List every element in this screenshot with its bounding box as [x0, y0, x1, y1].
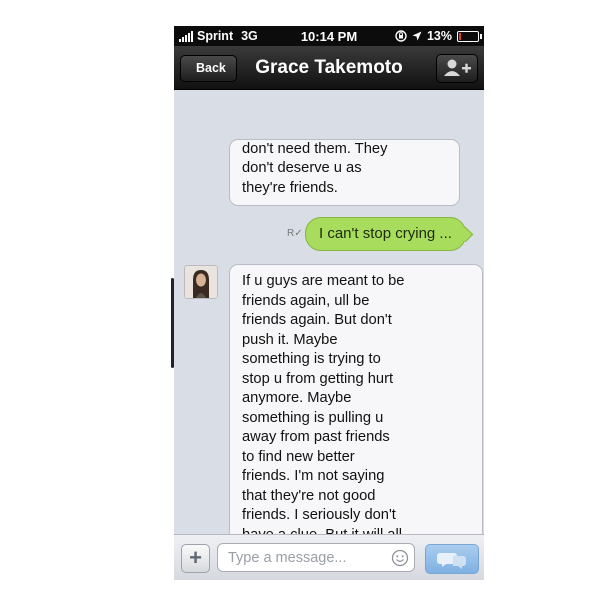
- message-list[interactable]: don't need them. They don't deserve u as…: [174, 89, 484, 580]
- nav-bar: Back Grace Takemoto: [174, 46, 484, 90]
- add-contact-button[interactable]: [436, 54, 478, 83]
- message-text: don't need them. They don't deserve u as…: [242, 140, 388, 198]
- message-line: anymore. Maybe: [242, 390, 352, 406]
- message-input-bar: +: [174, 534, 484, 580]
- message-line: friends. I'm not saying: [242, 468, 385, 484]
- rotation-lock-icon: [395, 30, 407, 42]
- location-arrow-icon: [412, 31, 422, 41]
- attach-button[interactable]: +: [181, 544, 210, 573]
- message-line: friends again, ull be: [242, 292, 370, 309]
- read-receipt-icon: R✓: [287, 228, 303, 239]
- outgoing-message: I can't stop crying ...: [305, 217, 466, 251]
- message-input[interactable]: [226, 549, 390, 567]
- chat-screen: Sprint 3G 10:14 PM 13% Back Grace Takemo…: [174, 26, 484, 580]
- battery-percent: 13%: [426, 29, 452, 43]
- message-line: friends again. But don't: [242, 312, 392, 328]
- message-line: push it. Maybe: [242, 331, 338, 348]
- send-button[interactable]: [425, 544, 479, 574]
- message-line: don't deserve u as: [242, 160, 362, 176]
- contact-avatar[interactable]: [184, 265, 218, 299]
- send-chat-icon: [437, 553, 466, 569]
- message-line: stop u from getting hurt: [242, 370, 394, 387]
- smiley-icon[interactable]: [391, 549, 409, 567]
- battery-level: [459, 32, 461, 40]
- status-bar: Sprint 3G 10:14 PM 13%: [174, 26, 484, 46]
- message-line: something is pulling u: [242, 409, 384, 426]
- message-line: don't need them. They: [242, 140, 388, 157]
- message-text: I can't stop crying ...: [319, 225, 452, 242]
- message-line: friends. I seriously don't: [242, 507, 396, 523]
- add-contact-icon: [444, 59, 471, 76]
- avatar-portrait: [185, 266, 217, 298]
- message-line: they're friends.: [242, 179, 338, 196]
- status-right: 13%: [395, 29, 482, 43]
- message-field-box: [217, 543, 415, 572]
- message-line: something is trying to: [242, 351, 381, 367]
- check-mark: ✓: [294, 228, 303, 239]
- message-line: If u guys are meant to be: [242, 273, 405, 289]
- message-line: to find new better: [242, 448, 355, 465]
- message-line: away from past friends: [242, 429, 390, 445]
- plus-icon: +: [189, 545, 202, 570]
- incoming-message: don't need them. They don't deserve u as…: [229, 139, 460, 206]
- incoming-message: If u guys are meant to be friends again, …: [229, 264, 483, 580]
- message-line: that they're not good: [242, 487, 376, 504]
- battery-icon: [457, 30, 482, 42]
